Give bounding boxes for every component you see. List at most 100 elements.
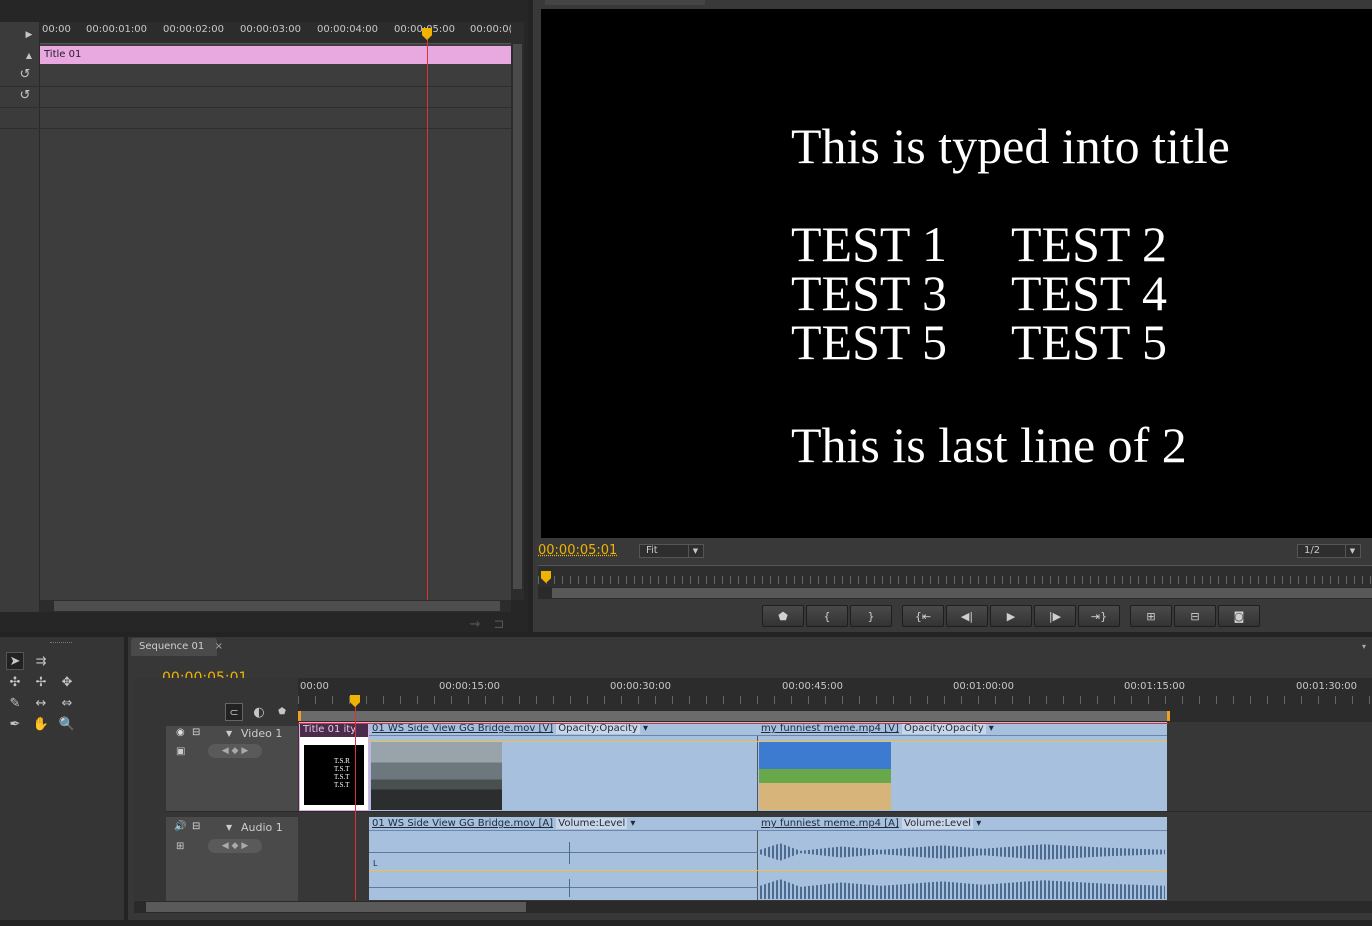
sequence-tab[interactable]: Sequence 01 × <box>131 638 223 656</box>
waveform-spike <box>569 879 570 897</box>
meme-audio-clip[interactable]: my funniest meme.mp4 [A] Volume:Level ▾ <box>758 817 1167 900</box>
ruler-label: 00:01:30:00 <box>1296 681 1358 692</box>
clip-name: my funniest meme.mp4 [A] Volume:Level ▾ <box>758 817 1167 831</box>
track-select-tool-icon[interactable]: ⇉ <box>32 652 50 670</box>
ripple-edit-tool-icon[interactable]: ✣ <box>6 673 24 691</box>
monitor-scrollbar[interactable] <box>538 587 1372 599</box>
ruler-label: 00:00:45:00 <box>782 681 844 692</box>
zoom-dropdown[interactable]: Fit ▼ <box>639 544 704 558</box>
filter-icon[interactable]: ⇝ <box>466 615 484 633</box>
row-divider <box>0 107 511 108</box>
scroll-thumb[interactable] <box>513 44 522 589</box>
razor-tool-icon[interactable]: ✎ <box>6 694 24 712</box>
collapse-arrow-icon[interactable]: ▼ <box>226 729 232 738</box>
scroll-thumb[interactable] <box>552 588 1372 598</box>
timeline-scrollbar[interactable] <box>134 901 1372 913</box>
title-line: This is last line of 2 <box>791 417 1187 473</box>
video-track-header: ◉ ⊟ ▼ Video 1 ▣ ◀ ◆ ▶ <box>166 726 298 812</box>
effect-controls-ruler[interactable]: 00:00 00:00:01:00 00:00:02:00 00:00:03:0… <box>40 22 511 44</box>
chevron-down-icon: ▼ <box>1345 545 1359 557</box>
horizontal-scrollbar[interactable] <box>40 600 511 612</box>
export-icon[interactable]: ⊐ <box>490 615 508 633</box>
ruler-label: 00:00:03:00 <box>240 24 302 35</box>
rolling-edit-tool-icon[interactable]: ✢ <box>32 673 50 691</box>
go-to-in-button[interactable]: {⇤ <box>902 605 944 627</box>
camera-icon[interactable]: ◙ <box>1218 605 1260 627</box>
title-line: This is typed into title <box>791 118 1230 174</box>
snap-icon[interactable]: ⊂ <box>225 703 243 721</box>
clip-name: my funniest meme.mp4 [V] Opacity:Opacity… <box>758 722 1167 736</box>
add-marker-button[interactable]: ⬟ <box>762 605 804 627</box>
expand-arrow-icon[interactable]: ▶ <box>20 26 38 44</box>
rate-stretch-tool-icon[interactable]: ✥ <box>58 673 76 691</box>
slip-tool-icon[interactable]: ↔ <box>32 694 50 712</box>
collapse-arrow-icon[interactable]: ▼ <box>226 823 232 832</box>
program-timecode[interactable]: 00:00:05:01 <box>538 543 617 558</box>
opacity-line <box>758 741 1167 742</box>
scroll-thumb[interactable] <box>54 601 500 611</box>
close-icon[interactable]: × <box>215 638 223 656</box>
effect-controls-timeline <box>40 22 511 612</box>
video-viewport: This is typed into title TEST 1 TEST 2 T… <box>541 9 1372 538</box>
hand-tool-icon[interactable]: ✋ <box>32 715 50 733</box>
ruler-label: 00:00:0( <box>470 24 511 35</box>
keyframe-nav-icon[interactable]: ◀ ◆ ▶ <box>208 839 262 853</box>
sequence-playhead-line <box>355 704 356 900</box>
reset-icon[interactable]: ↺ <box>16 65 34 83</box>
zoom-tool-icon[interactable]: 🔍 <box>58 715 76 733</box>
resolution-dropdown[interactable]: 1/2 ▼ <box>1297 544 1361 558</box>
lift-button[interactable]: ⊞ <box>1130 605 1172 627</box>
mark-in-button[interactable]: { <box>806 605 848 627</box>
audio-track-name: Audio 1 <box>241 821 283 834</box>
meme-video-clip[interactable]: my funniest meme.mp4 [V] Opacity:Opacity… <box>758 722 1167 811</box>
speaker-icon[interactable]: 🔊 <box>174 821 186 832</box>
display-style-icon[interactable]: ▣ <box>176 746 185 757</box>
ruler-label: 00:00:01:00 <box>86 24 148 35</box>
work-area-bar[interactable] <box>298 711 1170 721</box>
marker-icon[interactable]: ◐ <box>250 703 268 721</box>
zoom-value: Fit <box>646 545 658 556</box>
eye-icon[interactable]: ◉ <box>176 727 185 738</box>
ruler-label: 00:00 <box>42 24 71 35</box>
row-divider <box>0 86 511 87</box>
keyframe-nav-icon[interactable]: ◀ ◆ ▶ <box>208 744 262 758</box>
waveform <box>760 879 1165 899</box>
bridge-audio-clip[interactable]: 01 WS Side View GG Bridge.mov [A] Volume… <box>369 817 758 900</box>
playhead-line <box>427 36 428 600</box>
selection-tool-icon[interactable]: ➤ <box>6 652 24 670</box>
sequence-tab-label: Sequence 01 <box>139 641 205 652</box>
vertical-scrollbar[interactable] <box>511 22 524 600</box>
program-tab[interactable] <box>545 0 705 5</box>
ruler-label: 00:00 <box>300 681 329 692</box>
set-marker-icon[interactable]: ⬟ <box>273 703 291 721</box>
slide-tool-icon[interactable]: ⇔ <box>58 694 76 712</box>
sync-lock-icon[interactable]: ⊟ <box>192 727 200 738</box>
extract-button[interactable]: ⊟ <box>1174 605 1216 627</box>
waveform <box>760 843 1165 861</box>
bridge-video-clip[interactable]: 01 WS Side View GG Bridge.mov [V] Opacit… <box>369 722 758 811</box>
bridge-thumbnail <box>371 742 502 810</box>
ruler-ticks <box>538 576 1372 584</box>
step-back-button[interactable]: ◀| <box>946 605 988 627</box>
panel-menu-icon[interactable]: ▾ <box>1362 642 1366 651</box>
title-clip[interactable]: Title 01 ity T.S.R T.S.T T.S.T T.S.T <box>299 722 369 811</box>
scroll-thumb[interactable] <box>146 902 526 912</box>
monitor-ruler[interactable] <box>538 565 1372 587</box>
sequence-ruler[interactable]: 00:00 00:00:15:00 00:00:30:00 00:00:45:0… <box>298 678 1372 722</box>
step-forward-button[interactable]: |▶ <box>1034 605 1076 627</box>
pen-tool-icon[interactable]: ✒ <box>6 715 24 733</box>
go-to-out-button[interactable]: ⇥} <box>1078 605 1120 627</box>
display-style-icon[interactable]: ⊞ <box>176 841 184 852</box>
panel-grip <box>50 642 72 644</box>
effect-controls-clip-bar[interactable]: Title 01 <box>40 46 511 64</box>
ruler-label: 00:00:02:00 <box>163 24 225 35</box>
play-button[interactable]: ▶ <box>990 605 1032 627</box>
sync-lock-icon[interactable]: ⊟ <box>192 821 200 832</box>
ruler-ticks <box>298 696 1372 704</box>
waveform-baseline <box>369 852 758 853</box>
ruler-label: 00:00:30:00 <box>610 681 672 692</box>
collapse-arrow-icon[interactable]: ▲ <box>20 46 38 64</box>
mark-out-button[interactable]: } <box>850 605 892 627</box>
audio-track-header: 🔊 ⊟ ▼ Audio 1 ⊞ ◀ ◆ ▶ <box>166 817 298 903</box>
reset-icon[interactable]: ↺ <box>16 86 34 104</box>
